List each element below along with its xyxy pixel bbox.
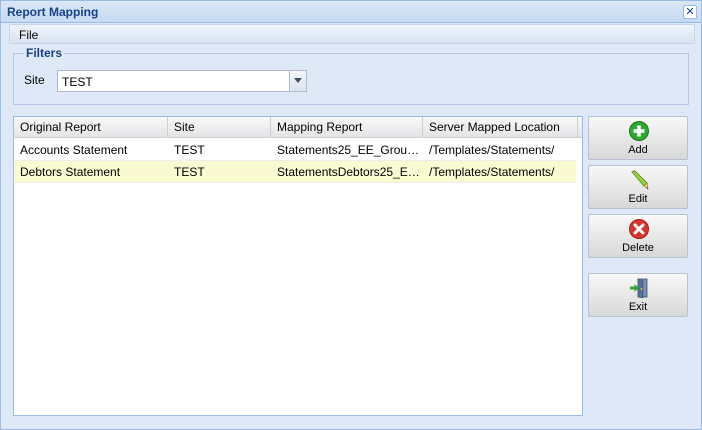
- add-icon: [629, 121, 649, 141]
- window-title: Report Mapping: [7, 5, 99, 19]
- chevron-down-icon[interactable]: [289, 71, 306, 91]
- add-label: Add: [628, 144, 648, 156]
- cell-original-report: Accounts Statement: [20, 143, 128, 157]
- cell-server-location: /Templates/Statements/: [429, 143, 555, 157]
- column-header-original-report[interactable]: Original Report: [14, 117, 168, 138]
- filters-legend: Filters: [24, 46, 65, 60]
- table-row[interactable]: Accounts Statement TEST Statements25_EE_…: [14, 139, 576, 161]
- delete-button[interactable]: Delete: [588, 214, 688, 258]
- filters-fieldset: Filters Site TEST: [13, 46, 689, 105]
- pencil-icon: [631, 170, 649, 190]
- report-mapping-grid: Original Report Site Mapping Report Serv…: [13, 116, 583, 416]
- close-icon: ✕: [685, 6, 695, 18]
- cell-server-location: /Templates/Statements/: [429, 165, 555, 179]
- exit-door-icon: [630, 278, 648, 298]
- column-header-mapping-report[interactable]: Mapping Report: [271, 117, 423, 138]
- grid-header: Original Report Site Mapping Report Serv…: [14, 117, 582, 138]
- cell-site: TEST: [174, 165, 205, 179]
- exit-button[interactable]: Exit: [588, 273, 688, 317]
- site-combobox[interactable]: TEST: [57, 70, 307, 92]
- title-bar: Report Mapping ✕: [1, 1, 701, 23]
- edit-button[interactable]: Edit: [588, 165, 688, 209]
- site-value: TEST: [62, 75, 93, 89]
- table-row[interactable]: Debtors Statement TEST StatementsDebtors…: [14, 161, 576, 183]
- edit-label: Edit: [628, 193, 648, 205]
- column-header-site[interactable]: Site: [168, 117, 271, 138]
- site-label: Site: [24, 73, 45, 87]
- add-button[interactable]: Add: [588, 116, 688, 160]
- close-button[interactable]: ✕: [683, 5, 697, 19]
- exit-label: Exit: [628, 301, 648, 313]
- cell-site: TEST: [174, 143, 205, 157]
- cell-original-report: Debtors Statement: [20, 165, 121, 179]
- menu-bar: File: [9, 24, 695, 44]
- column-header-server-mapped-location[interactable]: Server Mapped Location: [423, 117, 578, 138]
- cell-mapping-report: Statements25_EE_Group...: [277, 143, 423, 157]
- report-mapping-window: Report Mapping ✕ File Filters Site TEST …: [0, 0, 702, 430]
- delete-icon: [629, 219, 649, 239]
- delete-label: Delete: [622, 242, 654, 254]
- menu-file[interactable]: File: [19, 28, 38, 42]
- cell-mapping-report: StatementsDebtors25_EE...: [277, 165, 423, 179]
